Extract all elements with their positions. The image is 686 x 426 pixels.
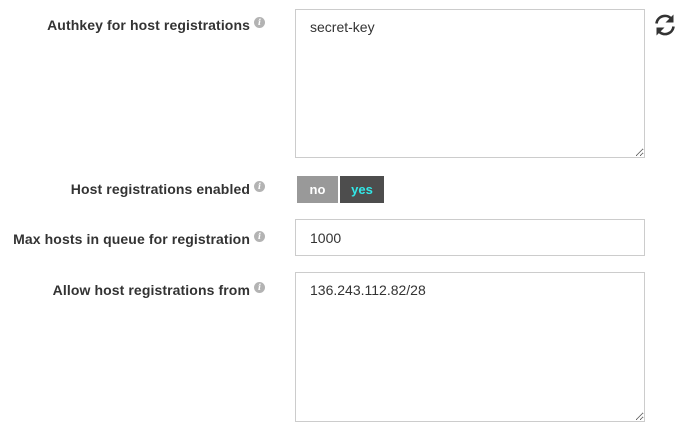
info-icon[interactable]: i bbox=[254, 282, 265, 293]
allow-from-textarea[interactable]: 136.243.112.82/28 bbox=[295, 272, 645, 422]
authkey-textarea[interactable]: secret-key bbox=[295, 9, 645, 158]
info-icon[interactable]: i bbox=[254, 231, 265, 242]
authkey-label: Authkey for host registrations bbox=[47, 17, 250, 33]
max-hosts-input[interactable] bbox=[295, 219, 645, 256]
max-hosts-label: Max hosts in queue for registration bbox=[13, 231, 250, 247]
info-icon[interactable]: i bbox=[254, 17, 265, 28]
info-icon[interactable]: i bbox=[254, 181, 265, 192]
toggle-option-no[interactable]: no bbox=[297, 176, 338, 203]
toggle-option-yes[interactable]: yes bbox=[340, 176, 384, 203]
registrations-enabled-label: Host registrations enabled bbox=[70, 181, 250, 197]
refresh-icon[interactable] bbox=[652, 12, 678, 38]
host-registration-form: Authkey for host registrations i secret-… bbox=[0, 0, 686, 426]
allow-from-label: Allow host registrations from bbox=[52, 282, 250, 298]
registrations-enabled-toggle[interactable]: no yes bbox=[297, 176, 384, 203]
